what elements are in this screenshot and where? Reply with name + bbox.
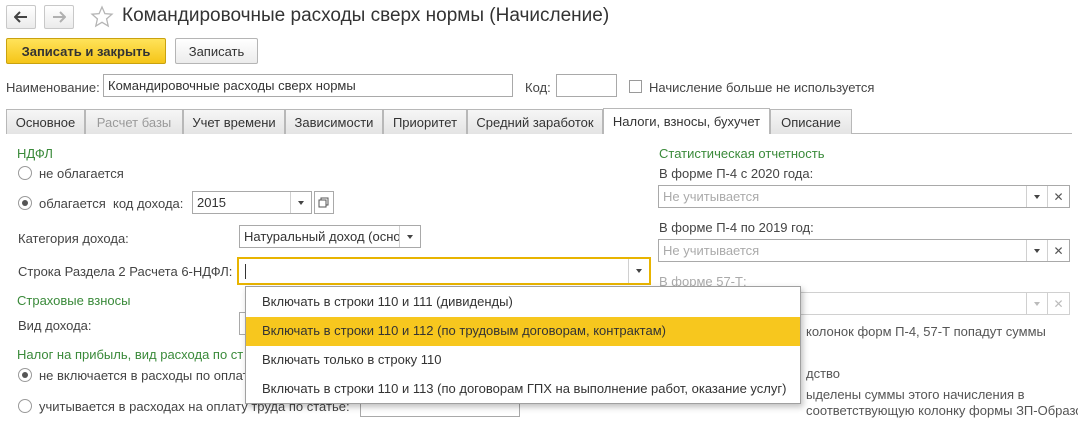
list-item[interactable]: Включать в строки 110 и 111 (дивиденды) <box>246 288 800 317</box>
tab-description[interactable]: Описание <box>770 109 852 134</box>
education-note-line2: соответствующую колонку формы ЗП-Образов… <box>806 403 1078 418</box>
list-item[interactable]: Включать в строки 110 и 113 (по договора… <box>246 375 800 404</box>
inactive-label: Начисление больше не используется <box>649 80 875 95</box>
education-note-line1: ыделены суммы этого начисления в <box>806 387 1025 402</box>
chevron-down-icon <box>298 200 304 205</box>
insurance-income-type-label: Вид дохода: <box>18 318 92 333</box>
code-input[interactable] <box>556 74 617 97</box>
section2-dropdown[interactable] <box>628 259 649 283</box>
income-code-open-button[interactable] <box>314 191 334 214</box>
list-item[interactable]: Включать только в строку 110 <box>246 346 800 375</box>
clear-icon[interactable]: ✕ <box>1047 240 1069 261</box>
tab-main[interactable]: Основное <box>6 109 85 134</box>
income-category-value: Натуральный доход (осно <box>244 229 400 244</box>
page-title: Командировочные расходы сверх нормы (Нач… <box>122 5 610 26</box>
tab-time-tracking[interactable]: Учет времени <box>183 109 285 134</box>
forward-button[interactable] <box>44 5 74 29</box>
stats-note: колонок форм П-4, 57-Т попадут суммы <box>806 324 1046 339</box>
not-included-label: не включается в расходы по оплат <box>39 368 249 383</box>
income-category-field[interactable]: Натуральный доход (осно <box>239 225 421 248</box>
back-button[interactable] <box>6 5 36 29</box>
income-code-label: код дохода: <box>113 196 184 211</box>
income-category-dropdown[interactable] <box>399 226 420 247</box>
p4-2020-label: В форме П-4 с 2020 года: <box>659 166 814 181</box>
f57t-dropdown[interactable] <box>1026 293 1047 314</box>
name-label: Наименование: <box>6 80 100 95</box>
taxed-radio[interactable] <box>18 196 32 210</box>
income-category-label: Категория дохода: <box>18 231 129 246</box>
clear-icon[interactable]: ✕ <box>1047 293 1069 314</box>
section2-label: Строка Раздела 2 Расчета 6-НДФЛ: <box>18 264 233 279</box>
not-taxed-radio[interactable] <box>18 166 32 180</box>
profit-tax-section-title: Налог на прибыль, вид расхода по ст <box>17 347 244 362</box>
text-cursor <box>245 264 246 279</box>
p4-2020-field[interactable]: Не учитывается ✕ <box>658 185 1070 208</box>
chevron-down-icon <box>1034 301 1040 306</box>
p4-2019-dropdown[interactable] <box>1026 240 1047 261</box>
favorite-star-icon[interactable] <box>90 5 114 29</box>
income-code-field[interactable]: 2015 <box>192 191 312 214</box>
not-included-radio[interactable] <box>18 368 32 382</box>
tab-taxes[interactable]: Налоги, взносы, бухучет <box>603 108 770 134</box>
chevron-down-icon <box>407 234 413 239</box>
save-button[interactable]: Записать <box>175 38 258 64</box>
open-form-icon <box>318 197 329 208</box>
name-input[interactable]: Командировочные расходы сверх нормы <box>103 74 513 97</box>
chevron-down-icon <box>1034 248 1040 253</box>
arrow-left-icon <box>14 11 27 23</box>
p4-2020-dropdown[interactable] <box>1026 186 1047 207</box>
stats-section-title: Статистическая отчетность <box>659 146 825 161</box>
ndfl-section-title: НДФЛ <box>17 146 53 161</box>
insurance-section-title: Страховые взносы <box>17 293 131 308</box>
list-item-selected[interactable]: Включать в строки 110 и 112 (по трудовым… <box>246 317 800 346</box>
included-radio[interactable] <box>18 399 32 413</box>
taxed-label: облагается <box>39 196 106 211</box>
clear-icon[interactable]: ✕ <box>1047 186 1069 207</box>
p4-2019-field[interactable]: Не учитывается ✕ <box>658 239 1070 262</box>
section2-field[interactable] <box>237 257 651 285</box>
code-label: Код: <box>525 80 551 95</box>
arrow-right-icon <box>53 11 66 23</box>
tab-dependencies[interactable]: Зависимости <box>285 109 383 134</box>
chevron-down-icon <box>636 269 642 273</box>
p4-2019-label: В форме П-4 по 2019 год: <box>659 220 814 235</box>
education-section-title: дство <box>806 366 841 381</box>
tab-average-earnings[interactable]: Средний заработок <box>467 109 603 134</box>
p4-2019-placeholder: Не учитывается <box>663 243 760 258</box>
tab-base-calc[interactable]: Расчет базы <box>85 109 183 134</box>
chevron-down-icon <box>1034 194 1040 199</box>
income-code-dropdown[interactable] <box>290 192 311 213</box>
tab-priority[interactable]: Приоритет <box>383 109 467 134</box>
not-taxed-label: не облагается <box>39 166 124 181</box>
income-code-value: 2015 <box>197 195 226 210</box>
p4-2020-placeholder: Не учитывается <box>663 189 760 204</box>
save-and-close-button[interactable]: Записать и закрыть <box>6 38 166 64</box>
inactive-checkbox[interactable] <box>629 80 642 93</box>
section2-options-list: Включать в строки 110 и 111 (дивиденды) … <box>245 286 801 404</box>
